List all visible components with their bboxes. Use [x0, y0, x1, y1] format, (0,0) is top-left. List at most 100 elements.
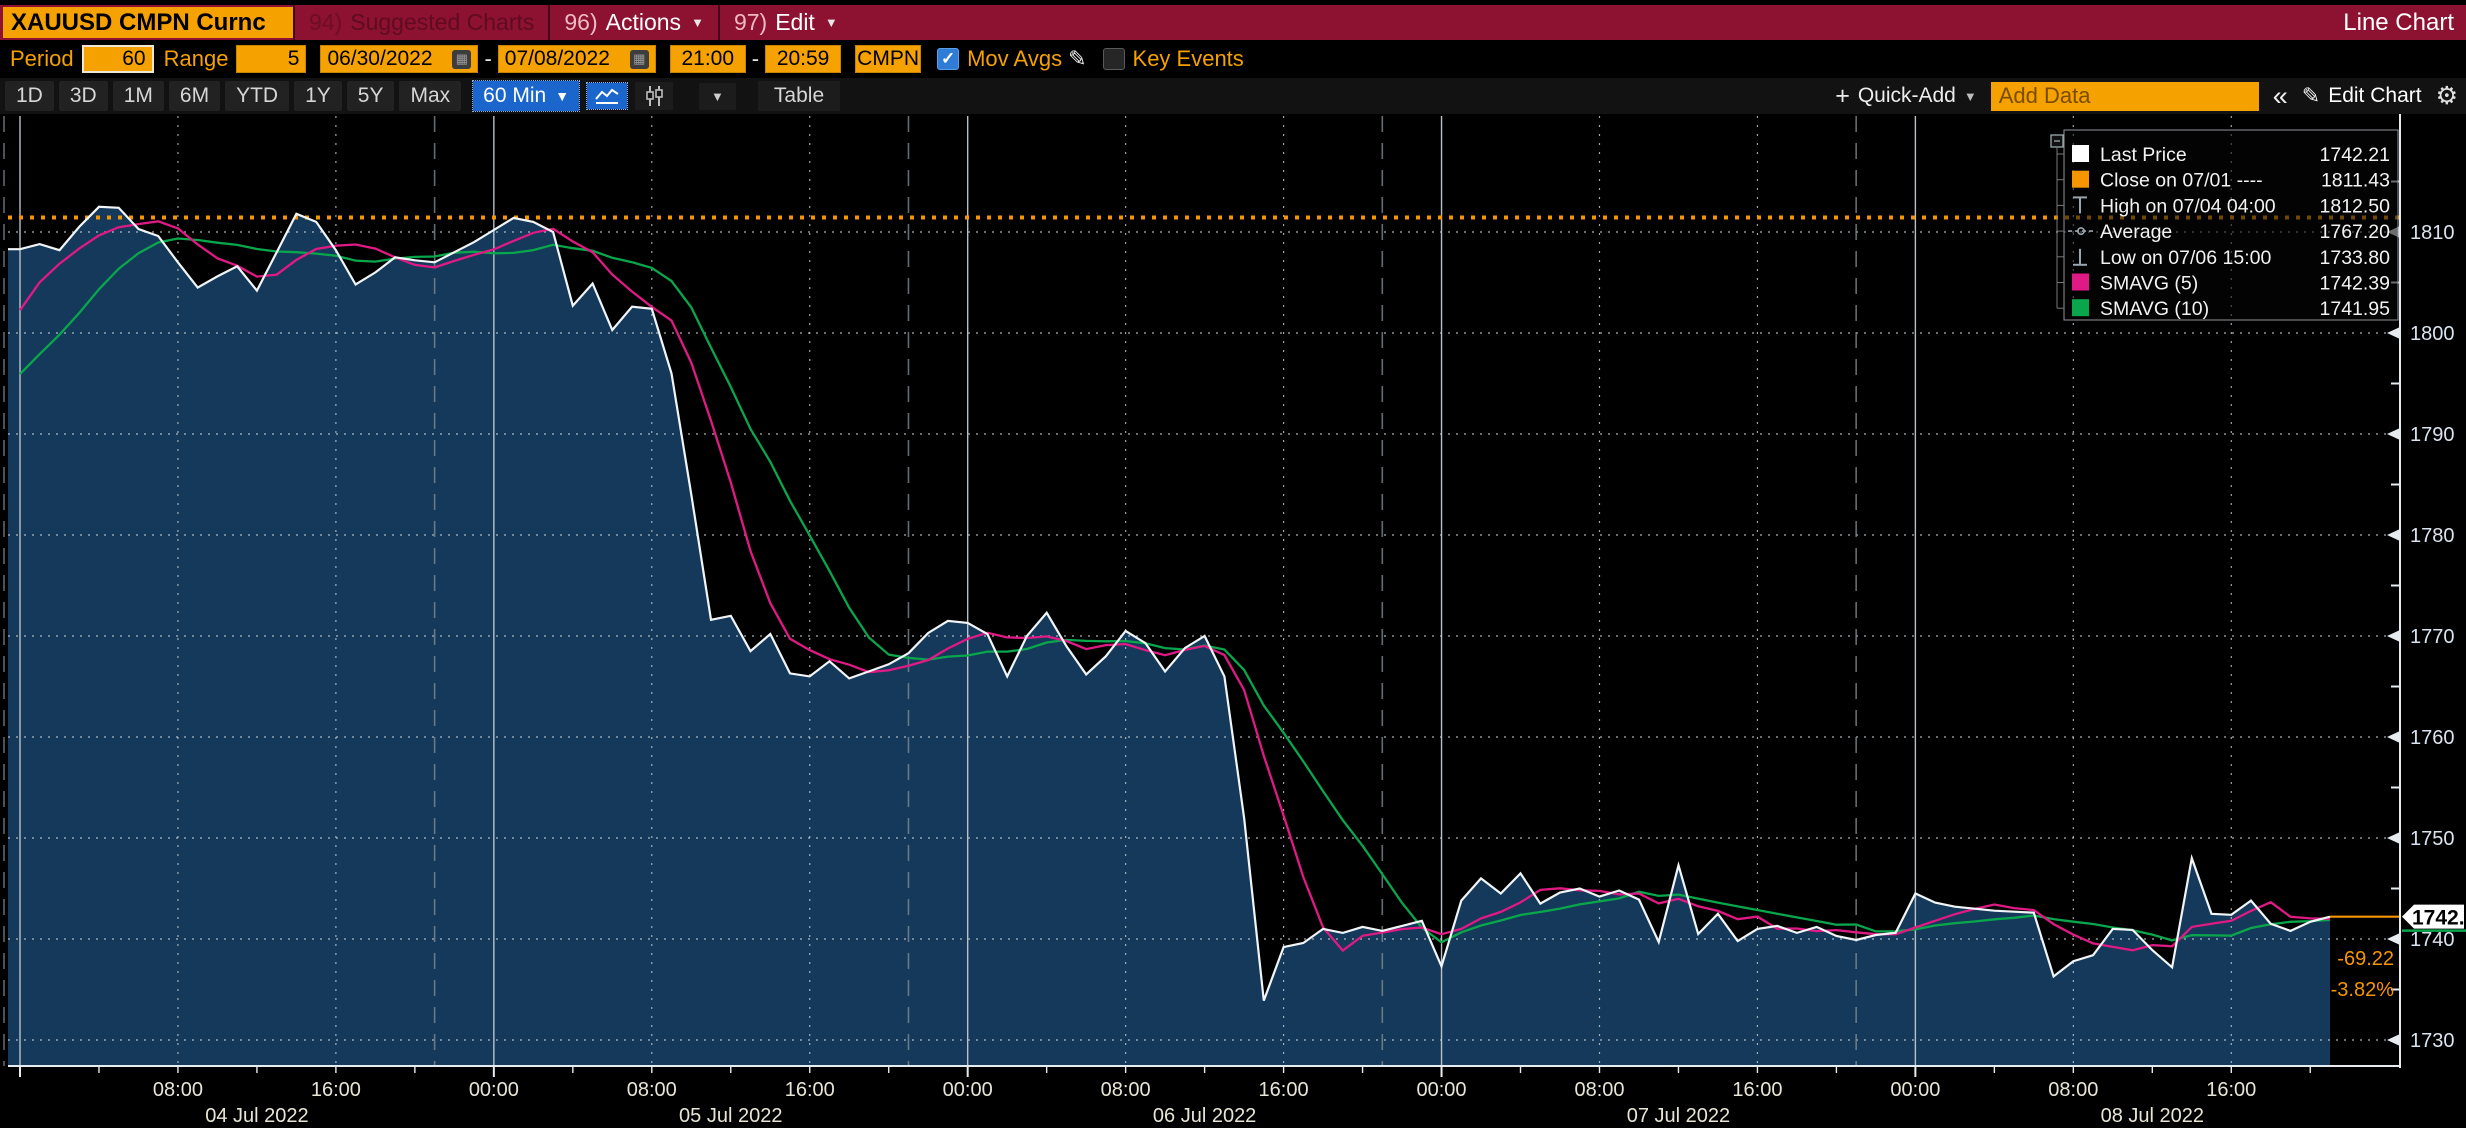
- svg-text:00:00: 00:00: [1417, 1079, 1467, 1101]
- svg-text:SMAVG (10): SMAVG (10): [2100, 298, 2209, 320]
- range-tab-1m[interactable]: 1M: [113, 81, 164, 111]
- pricing-source-button[interactable]: CMPN: [855, 45, 921, 73]
- toolbar-right-cluster: + Quick-Add ▼ Add Data « ✎ Edit Chart ⚙: [1835, 81, 2458, 111]
- key-events-label: Key Events: [1133, 46, 1244, 72]
- svg-text:1742.39: 1742.39: [2320, 273, 2391, 295]
- svg-text:16:00: 16:00: [311, 1079, 361, 1101]
- range-tab-1y[interactable]: 1Y: [294, 81, 342, 111]
- legend-row[interactable]: Close on 07/01 ----1811.43: [2072, 170, 2390, 192]
- period-input[interactable]: 60: [82, 45, 154, 73]
- menu-edit[interactable]: 97) Edit ▼: [720, 5, 852, 40]
- pencil-icon: ✎: [2302, 83, 2320, 109]
- svg-text:08:00: 08:00: [627, 1079, 677, 1101]
- interval-dropdown[interactable]: 60 Min ▼: [473, 81, 579, 111]
- svg-text:-69.22: -69.22: [2337, 948, 2394, 970]
- range-tab-3d[interactable]: 3D: [59, 81, 108, 111]
- gear-icon[interactable]: ⚙: [2436, 81, 2458, 111]
- svg-text:06 Jul 2022: 06 Jul 2022: [1153, 1105, 1256, 1127]
- svg-text:1780: 1780: [2410, 525, 2455, 547]
- svg-text:1740: 1740: [2410, 929, 2455, 951]
- svg-text:1750: 1750: [2410, 828, 2455, 850]
- chart-mode-title: Line Chart: [2343, 9, 2454, 37]
- controls-bar: Period 60 Range 5 06/30/2022 ▦ - 07/08/2…: [0, 40, 2466, 78]
- menu-label: Edit: [775, 9, 815, 36]
- mov-avgs-checkbox[interactable]: ✓: [937, 48, 959, 70]
- svg-text:08:00: 08:00: [153, 1079, 203, 1101]
- svg-text:16:00: 16:00: [1732, 1079, 1782, 1101]
- svg-text:16:00: 16:00: [785, 1079, 835, 1101]
- menu-label: Actions: [606, 9, 681, 36]
- menu-label: Suggested Charts: [350, 9, 534, 36]
- date-to-input[interactable]: 07/08/2022 ▦: [498, 45, 656, 73]
- range-input[interactable]: 5: [236, 45, 306, 73]
- last-price-tag: 1742.21-69.22-3.82%: [2331, 905, 2466, 1001]
- chart-area: 17301740175017601770178017901800181008:0…: [0, 114, 2466, 1128]
- chevron-down-icon: ▼: [825, 15, 838, 30]
- date-from-value: 06/30/2022: [327, 47, 432, 71]
- svg-text:16:00: 16:00: [1259, 1079, 1309, 1101]
- svg-text:08 Jul 2022: 08 Jul 2022: [2101, 1105, 2204, 1127]
- svg-text:1730: 1730: [2410, 1030, 2455, 1052]
- svg-text:1733.80: 1733.80: [2320, 247, 2391, 269]
- svg-text:1810: 1810: [2410, 222, 2455, 244]
- line-chart-type-button[interactable]: [587, 83, 627, 109]
- menu-actions[interactable]: 96) Actions ▼: [550, 5, 718, 40]
- range-tab-6m[interactable]: 6M: [169, 81, 220, 111]
- svg-text:1800: 1800: [2410, 323, 2455, 345]
- table-button[interactable]: Table: [758, 81, 840, 111]
- svg-text:Close on 07/01 ----: Close on 07/01 ----: [2100, 170, 2263, 192]
- menu-number: 97): [734, 9, 767, 36]
- svg-text:1742.21: 1742.21: [2320, 144, 2391, 166]
- edit-chart-label: Edit Chart: [2328, 84, 2421, 108]
- line-chart-icon: [594, 86, 620, 106]
- legend-row[interactable]: High on 07/04 04:001812.50: [2073, 195, 2390, 217]
- date-from-input[interactable]: 06/30/2022 ▦: [320, 45, 478, 73]
- svg-text:1767.20: 1767.20: [2320, 221, 2391, 243]
- mov-avgs-label: Mov Avgs: [967, 46, 1062, 72]
- candle-chart-type-button[interactable]: [635, 82, 673, 110]
- chart-canvas[interactable]: 17301740175017601770178017901800181008:0…: [0, 114, 2466, 1128]
- range-tab-ytd[interactable]: YTD: [225, 81, 289, 111]
- svg-text:00:00: 00:00: [469, 1079, 519, 1101]
- svg-text:16:00: 16:00: [2206, 1079, 2256, 1101]
- candlestick-icon: [642, 85, 666, 107]
- key-events-checkbox[interactable]: [1103, 48, 1125, 70]
- menu-number: 96): [564, 9, 597, 36]
- svg-text:Average: Average: [2100, 221, 2172, 243]
- chart-toolbar: 1D3D1M6MYTD1Y5YMax 60 Min ▼ ▼ Table + Qu…: [0, 78, 2466, 114]
- chevron-down-icon: ▼: [691, 15, 704, 30]
- legend-row[interactable]: Low on 07/06 15:00 1733.80: [2073, 247, 2390, 269]
- time-from-input[interactable]: 21:00: [670, 45, 746, 73]
- edit-chart-button[interactable]: ✎ Edit Chart: [2302, 83, 2422, 109]
- range-tab-max[interactable]: Max: [399, 81, 461, 111]
- chevron-down-icon: ▼: [1964, 89, 1977, 104]
- chart-type-dropdown[interactable]: ▼: [699, 83, 736, 110]
- svg-text:1790: 1790: [2410, 424, 2455, 446]
- quick-add-button[interactable]: + Quick-Add ▼: [1835, 82, 1977, 111]
- time-to-input[interactable]: 20:59: [765, 45, 841, 73]
- security-ticker-input[interactable]: XAUUSD CMPN Curnc: [3, 7, 293, 38]
- edit-pencil-icon[interactable]: ✎: [1068, 46, 1086, 72]
- chart-legend[interactable]: Last Price1742.21Close on 07/01 ----1811…: [2051, 130, 2398, 320]
- svg-text:High on 07/04 04:00: High on 07/04 04:00: [2100, 195, 2276, 217]
- svg-text:08:00: 08:00: [1574, 1079, 1624, 1101]
- quick-add-label: Quick-Add: [1858, 84, 1956, 108]
- calendar-icon[interactable]: ▦: [630, 50, 649, 69]
- menu-bar: XAUUSD CMPN Curnc 94) Suggested Charts 9…: [0, 5, 2466, 40]
- add-data-input[interactable]: Add Data: [1991, 82, 2259, 111]
- date-to-value: 07/08/2022: [505, 47, 610, 71]
- range-tab-1d[interactable]: 1D: [5, 81, 54, 111]
- svg-text:07 Jul 2022: 07 Jul 2022: [1627, 1105, 1730, 1127]
- svg-text:1741.95: 1741.95: [2320, 298, 2391, 320]
- calendar-icon[interactable]: ▦: [452, 50, 471, 69]
- svg-text:08:00: 08:00: [1101, 1079, 1151, 1101]
- svg-text:SMAVG (5): SMAVG (5): [2100, 273, 2198, 295]
- range-tab-5y[interactable]: 5Y: [347, 81, 395, 111]
- interval-value: 60 Min: [483, 84, 546, 108]
- svg-text:1770: 1770: [2410, 626, 2455, 648]
- menu-suggested-charts[interactable]: 94) Suggested Charts: [295, 5, 548, 40]
- svg-text:Low on 07/06 15:00: Low on 07/06 15:00: [2100, 247, 2271, 269]
- collapse-panel-button[interactable]: «: [2273, 86, 2288, 106]
- svg-text:08:00: 08:00: [2048, 1079, 2098, 1101]
- svg-text:00:00: 00:00: [1890, 1079, 1940, 1101]
